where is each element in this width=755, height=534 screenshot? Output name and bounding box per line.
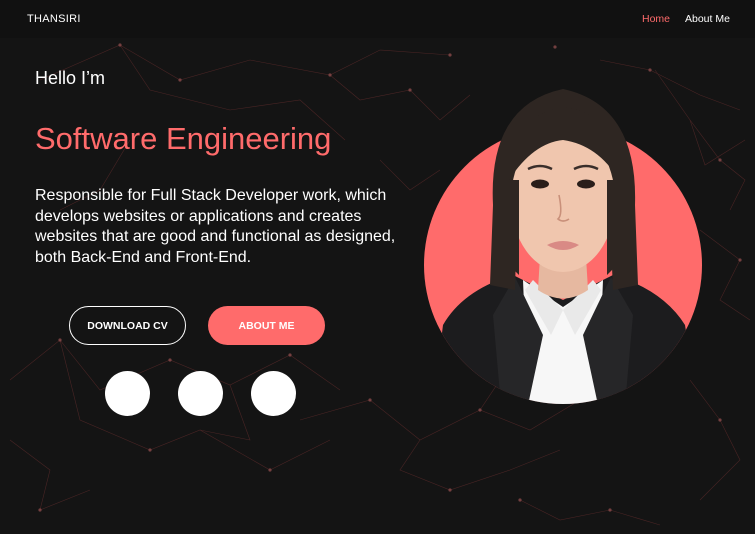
brand-logo-text[interactable]: THANSIRI (27, 13, 81, 25)
hero-description: Responsible for Full Stack Developer wor… (35, 187, 396, 266)
about-me-label: ABOUT ME (238, 319, 295, 332)
nav-link-about-me[interactable]: About Me (685, 13, 730, 25)
download-cv-label: DOWNLOAD CV (87, 319, 168, 332)
social-icon-1[interactable] (105, 371, 150, 416)
hero-section: Hello I’m Software Engineering Responsib… (0, 0, 755, 534)
social-icon-3[interactable] (251, 371, 296, 416)
hero-title: Software Engineering (35, 121, 332, 156)
about-me-button[interactable]: ABOUT ME (208, 306, 325, 345)
download-cv-button[interactable]: DOWNLOAD CV (69, 306, 186, 345)
page: THANSIRI Home About Me Hello I’m Softwar… (0, 0, 755, 534)
nav-link-home[interactable]: Home (642, 13, 670, 25)
social-icon-2[interactable] (178, 371, 223, 416)
profile-photo (424, 89, 702, 404)
hero-greeting: Hello I’m (35, 68, 106, 88)
navbar: THANSIRI Home About Me (0, 0, 755, 38)
